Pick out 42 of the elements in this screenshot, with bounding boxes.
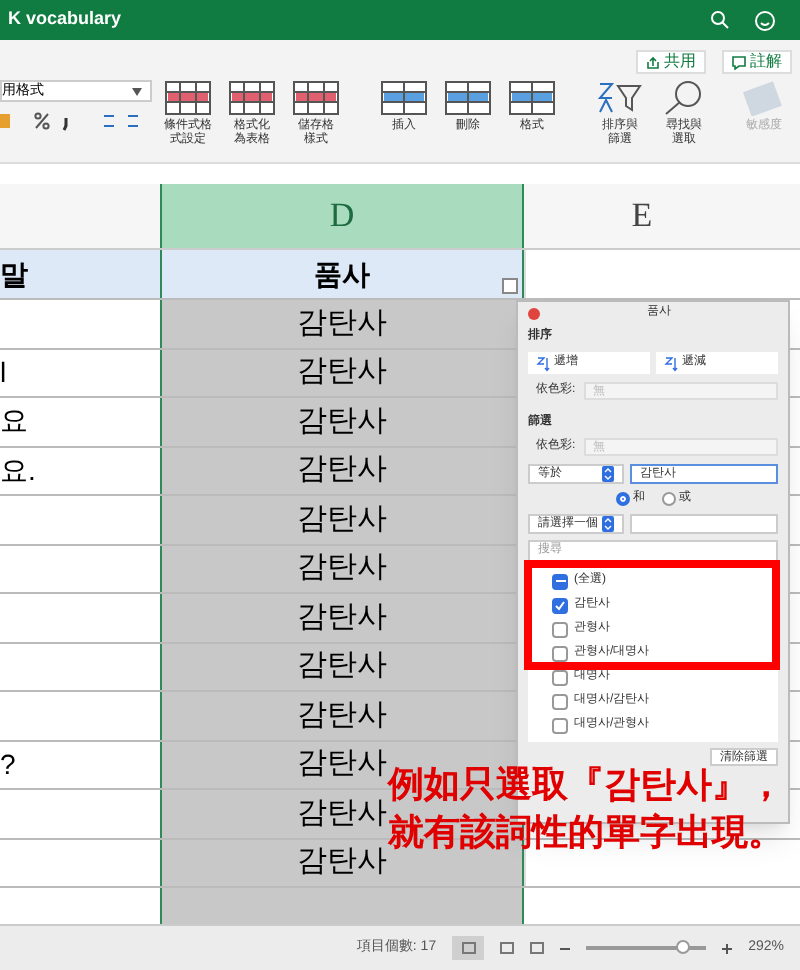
page-layout-icon[interactable]	[500, 942, 515, 954]
caret-icon	[132, 87, 142, 95]
header-cell: 말	[0, 250, 160, 298]
stepper-icon	[602, 466, 614, 482]
window-title: K vocabulary	[8, 6, 122, 33]
normal-view-icon[interactable]	[452, 936, 485, 960]
header-cell: 품사	[160, 250, 524, 298]
cells-icon	[508, 80, 556, 116]
close-button[interactable]	[528, 307, 540, 319]
column-header[interactable]: D	[160, 184, 524, 248]
column-header[interactable]: E	[524, 184, 800, 248]
checkbox[interactable]	[552, 621, 568, 637]
search-icon[interactable]	[710, 10, 730, 30]
share-icon	[646, 55, 660, 69]
comment-icon	[732, 55, 746, 69]
annotation-text: 例如只選取『감탄사』，	[388, 762, 784, 810]
table-icon	[228, 80, 276, 116]
sort-icon	[664, 355, 678, 371]
sort-icon	[536, 355, 550, 371]
page-break-icon[interactable]	[530, 942, 545, 954]
filter-icon[interactable]	[502, 278, 518, 294]
zoom-in-icon[interactable]	[722, 943, 733, 953]
criterion-field[interactable]	[630, 514, 778, 534]
sort-filter-icon	[596, 80, 644, 116]
cells-icon	[380, 80, 428, 116]
cells-icon	[444, 80, 492, 116]
checkbox[interactable]	[552, 645, 568, 661]
table-cell-text: l	[0, 353, 9, 392]
comments-button[interactable]: 註解	[722, 50, 792, 74]
stepper-icon	[602, 516, 614, 532]
table-cell-text: 요	[0, 402, 30, 441]
table-icon	[292, 80, 340, 116]
smiley-icon[interactable]	[754, 9, 776, 31]
checkbox[interactable]	[552, 693, 568, 709]
share-button[interactable]: 共用	[636, 50, 706, 74]
checkbox[interactable]	[552, 597, 568, 613]
table-cell-text: 요.	[0, 451, 38, 490]
table-icon	[164, 80, 212, 116]
table-cell-text: ?	[0, 745, 18, 784]
checkbox[interactable]	[552, 573, 568, 589]
checkbox[interactable]	[552, 717, 568, 733]
zoom-out-icon[interactable]	[560, 943, 571, 953]
